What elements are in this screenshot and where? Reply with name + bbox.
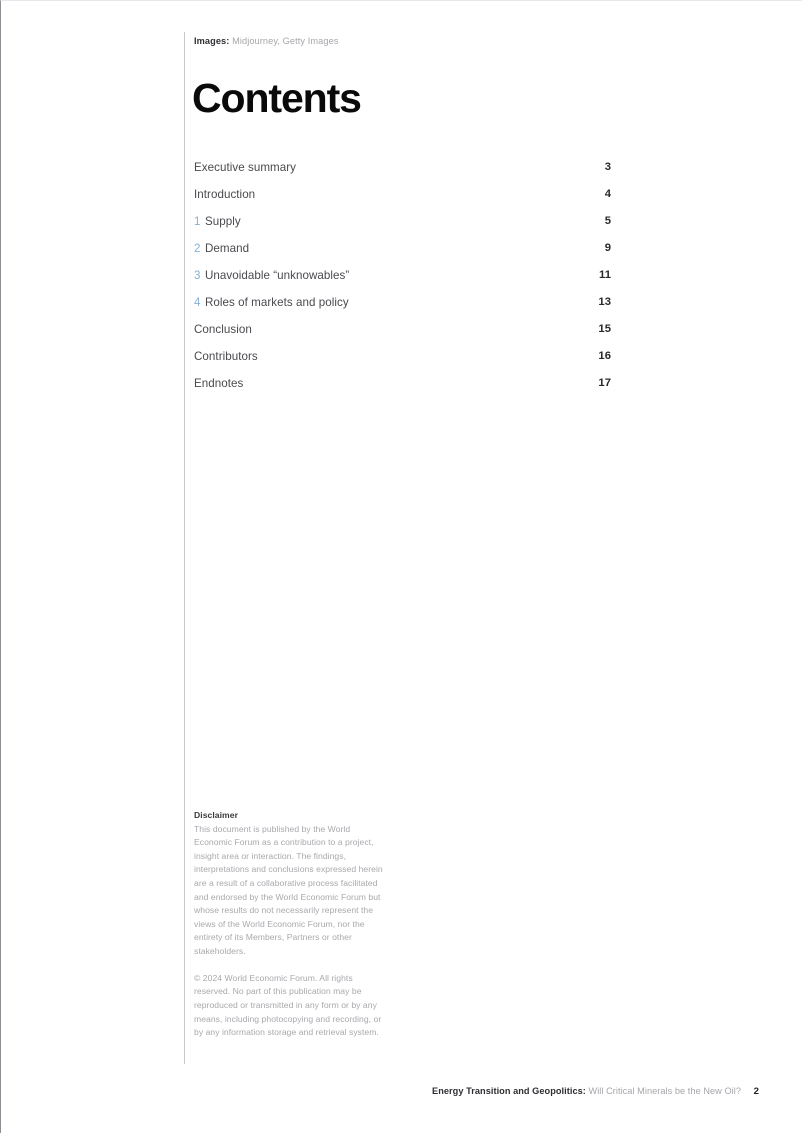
toc-entry-page: 9: [604, 242, 611, 254]
toc-entry[interactable]: Executive summary 3: [194, 161, 611, 188]
toc-entry-page: 16: [598, 350, 611, 362]
toc-entry-page: 11: [599, 269, 611, 281]
footer-title-strong: Energy Transition and Geopolitics:: [432, 1086, 586, 1096]
toc-entry[interactable]: 3 Unavoidable “unknowables” 11: [194, 269, 611, 296]
toc-entry-label: Executive summary: [194, 161, 297, 174]
toc-entry-page: 15: [598, 323, 611, 335]
left-vertical-rule: [184, 32, 185, 1064]
page-title: Contents: [192, 75, 362, 121]
footer-title: Energy Transition and Geopolitics: Will …: [432, 1086, 741, 1096]
toc-entry-label: Conclusion: [194, 323, 252, 336]
toc-entry-page: 13: [598, 296, 611, 308]
toc-entry[interactable]: 1 Supply 5: [194, 215, 611, 242]
toc-entry-page: 3: [604, 161, 611, 173]
toc-entry-number: 3: [194, 269, 201, 282]
table-of-contents: Executive summary 3 Introduction 4 1 Sup…: [194, 161, 611, 404]
toc-entry-label: Roles of markets and policy: [204, 296, 349, 309]
toc-entry-label: Demand: [204, 242, 250, 255]
toc-entry-label: Introduction: [194, 188, 256, 201]
toc-entry[interactable]: Introduction 4: [194, 188, 611, 215]
toc-entry-number: 2: [194, 242, 201, 255]
image-credit-label: Images:: [194, 36, 230, 46]
toc-entry[interactable]: 2 Demand 9: [194, 242, 611, 269]
toc-entry-label: Contributors: [194, 350, 258, 363]
toc-entry-label: Supply: [204, 215, 241, 228]
toc-entry[interactable]: 4 Roles of markets and policy 13: [194, 296, 611, 323]
toc-entry-label: Unavoidable “unknowables”: [204, 269, 350, 282]
toc-entry[interactable]: Contributors 16: [194, 350, 611, 377]
image-credit: Images: Midjourney, Getty Images: [194, 36, 339, 46]
toc-entry-page: 5: [604, 215, 611, 227]
footer-title-light: Will Critical Minerals be the New Oil?: [588, 1086, 741, 1096]
disclaimer-heading: Disclaimer: [194, 810, 238, 820]
toc-entry-number: 4: [194, 296, 201, 309]
toc-entry-page: 17: [598, 377, 611, 389]
document-page: Images: Midjourney, Getty Images Content…: [0, 0, 802, 1133]
disclaimer-body: This document is published by the World …: [194, 823, 383, 956]
disclaimer-block: Disclaimer This document is published by…: [194, 809, 388, 1040]
footer-page-number: 2: [753, 1086, 759, 1097]
toc-entry-page: 4: [604, 188, 611, 200]
toc-entry-label: Endnotes: [194, 377, 244, 390]
copyright-notice: © 2024 World Economic Forum. All rights …: [194, 972, 382, 1038]
toc-entry[interactable]: Endnotes 17: [194, 377, 611, 404]
page-footer: Energy Transition and Geopolitics: Will …: [1, 1086, 802, 1102]
toc-entry-number: 1: [194, 215, 201, 228]
toc-entry[interactable]: Conclusion 15: [194, 323, 611, 350]
image-credit-value: Midjourney, Getty Images: [232, 36, 339, 46]
